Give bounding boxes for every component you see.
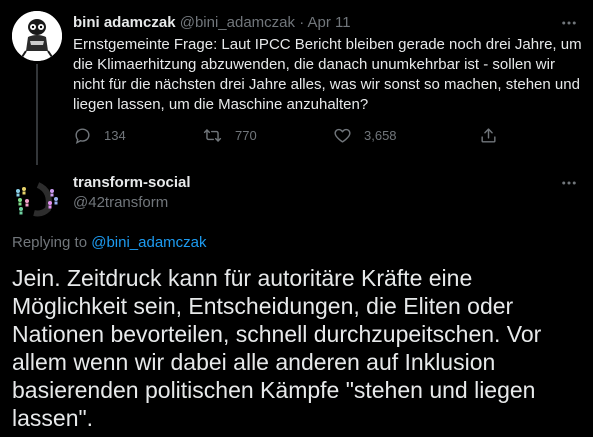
tweet-actions: 134 770 3,658	[73, 126, 503, 148]
reply-tweet-text: Jein. Zeitdruck kann für autoritäre Kräf…	[12, 265, 542, 431]
replying-to-label: Replying to	[12, 234, 88, 251]
author-handle[interactable]: @bini_adamczak	[180, 14, 295, 31]
reply-author-name[interactable]: transform-social	[73, 173, 191, 193]
like-count: 3,658	[364, 128, 397, 143]
thread-line	[36, 64, 38, 165]
avatar-illustration	[12, 173, 62, 223]
parent-tweet-header: bini adamczak @bini_adamczak · Apr 11	[73, 13, 351, 33]
author-name[interactable]: bini adamczak	[73, 14, 176, 31]
replying-to: Replying to @bini_adamczak	[12, 233, 207, 253]
reply-avatar[interactable]	[12, 173, 62, 223]
share-icon	[479, 126, 498, 145]
avatar[interactable]	[12, 11, 62, 61]
tweet-date[interactable]: Apr 11	[308, 14, 351, 31]
parent-tweet[interactable]: bini adamczak @bini_adamczak · Apr 11 Er…	[0, 0, 593, 165]
reply-count: 134	[104, 128, 126, 143]
heart-icon	[333, 126, 352, 145]
more-options-icon[interactable]	[559, 173, 579, 193]
reply-author-handle[interactable]: @42transform	[73, 193, 168, 213]
retweet-count: 770	[235, 128, 257, 143]
more-options-icon[interactable]	[559, 13, 579, 33]
like-button[interactable]: 3,658	[333, 126, 397, 145]
avatar-illustration	[12, 11, 62, 61]
share-button[interactable]	[479, 126, 498, 145]
date-separator: ·	[299, 14, 305, 31]
reply-icon	[73, 126, 92, 145]
reply-button[interactable]: 134	[73, 126, 126, 145]
replying-to-handle-link[interactable]: @bini_adamczak	[91, 234, 206, 251]
tweet-text: Ernstgemeinte Frage: Laut IPCC Bericht b…	[73, 36, 582, 113]
retweet-icon	[202, 126, 223, 145]
retweet-button[interactable]: 770	[202, 126, 257, 145]
